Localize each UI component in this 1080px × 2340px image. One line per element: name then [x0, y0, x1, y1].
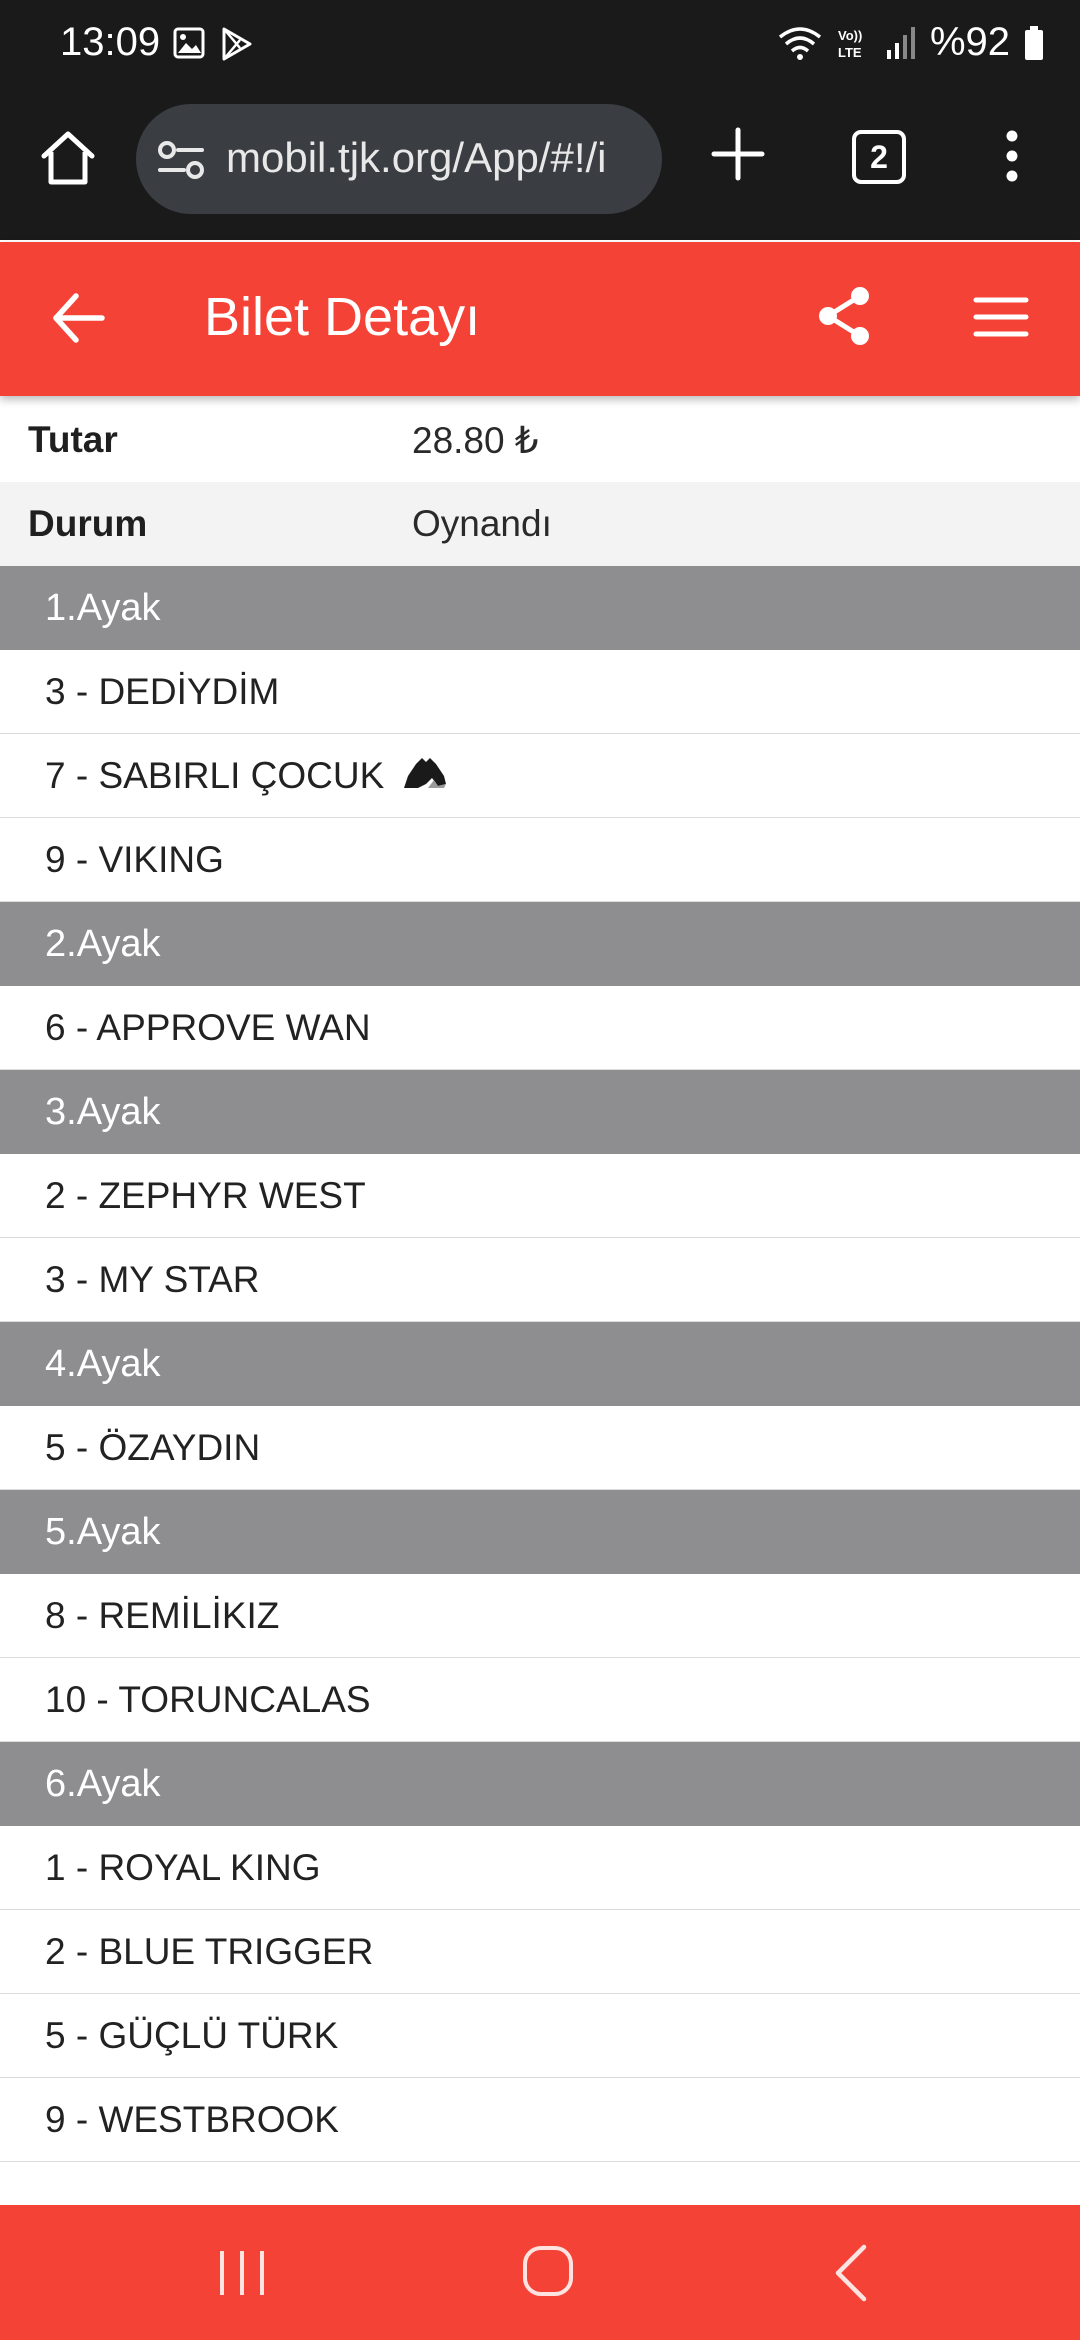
recents-icon[interactable] [212, 2245, 272, 2301]
ticket-detail: Tutar 28.80 ₺ Durum Oynandı 1.Ayak 3 - D… [0, 398, 1080, 2162]
play-store-icon [222, 27, 252, 61]
status-row: Durum Oynandı [0, 482, 1080, 566]
status-label: Durum [28, 503, 148, 544]
share-icon[interactable] [812, 284, 876, 348]
horse-head-icon [404, 757, 447, 788]
horse-name: 7 - SABIRLI ÇOCUK [45, 754, 385, 796]
wifi-icon [778, 26, 822, 60]
horse-row: 3 - MY STAR [0, 1238, 1080, 1322]
horse-row: 9 - WESTBROOK [0, 2078, 1080, 2162]
horse-name: 2 - BLUE TRIGGER [45, 1930, 374, 1972]
horse-name: 8 - REMİLİKIZ [45, 1594, 280, 1636]
home-icon[interactable] [38, 128, 98, 188]
leg-header: 2.Ayak [0, 902, 1080, 986]
battery-icon [1025, 25, 1043, 60]
leg-header: 5.Ayak [0, 1490, 1080, 1574]
browser-toolbar: mobil.tjk.org/App/#!/i 2 [0, 90, 1080, 240]
horse-name: 3 - MY STAR [45, 1258, 260, 1300]
horse-row: 1 - ROYAL KING [0, 1826, 1080, 1910]
system-nav-bar [0, 2205, 1080, 2340]
amount-row: Tutar 28.80 ₺ [0, 398, 1080, 482]
horse-row: 5 - GÜÇLÜ TÜRK [0, 1994, 1080, 2078]
horse-name: 6 - APPROVE WAN [45, 1006, 371, 1048]
horse-name: 9 - WESTBROOK [45, 2098, 339, 2140]
svg-text:Vo)): Vo)) [838, 28, 862, 43]
page-title: Bilet Detayı [204, 287, 481, 347]
horse-row: 2 - ZEPHYR WEST [0, 1154, 1080, 1238]
app-header: Bilet Detayı [0, 242, 1080, 396]
volte-icon: Vo)) LTE [838, 28, 862, 60]
horse-row: 10 - TORUNCALAS [0, 1658, 1080, 1742]
url-text[interactable]: mobil.tjk.org/App/#!/i [226, 134, 646, 182]
horse-name: 1 - ROYAL KING [45, 1846, 321, 1888]
leg-header: 6.Ayak [0, 1742, 1080, 1826]
horse-row: 5 - ÖZAYDIN [0, 1406, 1080, 1490]
leg-header: 1.Ayak [0, 566, 1080, 650]
horse-row: 9 - VIKING [0, 818, 1080, 902]
horse-name: 10 - TORUNCALAS [45, 1678, 371, 1720]
horse-row: 8 - REMİLİKIZ [0, 1574, 1080, 1658]
svg-text:LTE: LTE [838, 45, 862, 60]
status-app-icons [172, 26, 254, 62]
arrow-back-icon[interactable] [48, 288, 108, 348]
hamburger-menu-icon[interactable] [970, 286, 1032, 348]
status-bar: 13:09 Vo)) LTE %92 [0, 0, 1080, 90]
horse-row: 2 - BLUE TRIGGER [0, 1910, 1080, 1994]
plus-icon[interactable] [708, 124, 768, 184]
horse-row: 7 - SABIRLI ÇOCUK [0, 734, 1080, 818]
leg-header: 4.Ayak [0, 1322, 1080, 1406]
site-settings-icon[interactable] [158, 140, 204, 180]
status-right: Vo)) LTE %92 [778, 20, 1044, 65]
status-time: 13:09 [60, 20, 161, 64]
horse-name: 2 - ZEPHYR WEST [45, 1174, 366, 1216]
gallery-icon [173, 27, 205, 59]
home-circle-icon[interactable] [518, 2241, 578, 2301]
battery-percent: %92 [929, 20, 1010, 64]
signal-icon [886, 26, 915, 59]
amount-value: 28.80 ₺ [412, 419, 539, 461]
horse-name: 5 - GÜÇLÜ TÜRK [45, 2014, 339, 2056]
horse-name: 5 - ÖZAYDIN [45, 1426, 261, 1468]
horse-row: 6 - APPROVE WAN [0, 986, 1080, 1070]
leg-header: 3.Ayak [0, 1070, 1080, 1154]
amount-label: Tutar [28, 419, 118, 460]
status-value: Oynandı [412, 503, 552, 544]
tab-switcher-icon[interactable]: 2 [852, 130, 906, 184]
more-vert-icon[interactable] [988, 126, 1036, 186]
address-bar[interactable]: mobil.tjk.org/App/#!/i [136, 104, 662, 214]
horse-name: 9 - VIKING [45, 838, 224, 880]
horse-row: 3 - DEDİYDİM [0, 650, 1080, 734]
back-chevron-icon[interactable] [826, 2241, 876, 2305]
horse-name: 3 - DEDİYDİM [45, 670, 280, 712]
